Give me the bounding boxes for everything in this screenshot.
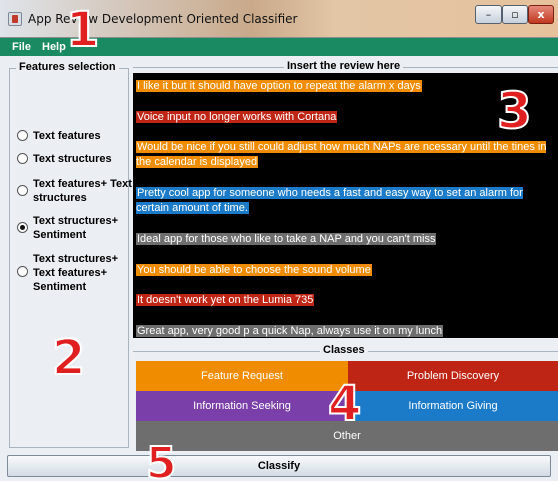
java-app-icon: [8, 12, 22, 26]
review-text: Voice input no longer works with Cortana: [136, 111, 338, 123]
radio-button[interactable]: [17, 185, 28, 196]
radio-label: Text structures+ Text features+ Sentimen…: [33, 253, 119, 293]
review-item: I like it but it should have option to r…: [136, 79, 556, 94]
review-item: Would be nice if you still could adjust …: [136, 140, 556, 170]
review-text: Ideal app for those who like to take a N…: [136, 233, 437, 245]
review-text: It doesn't work yet on the Lumia 735: [136, 294, 315, 306]
annotation-5: 5: [145, 437, 178, 481]
annotation-1: 1: [65, 1, 100, 59]
close-button[interactable]: x: [528, 5, 554, 24]
review-item: It doesn't work yet on the Lumia 735: [136, 293, 556, 308]
review-text-area[interactable]: I like it but it should have option to r…: [133, 73, 558, 338]
annotation-4: 4: [327, 375, 362, 433]
menu-help[interactable]: Help: [42, 41, 66, 53]
radio-label: Text features+ Text structures: [33, 178, 132, 204]
maximize-button[interactable]: ▫: [502, 5, 528, 24]
classes-panel-title: Classes: [320, 344, 368, 356]
review-item: Voice input no longer works with Cortana: [136, 110, 556, 125]
radio-label: Text structures: [33, 153, 112, 165]
class-information-giving: Information Giving: [348, 391, 558, 421]
minimize-button[interactable]: –: [475, 5, 502, 24]
class-information-seeking: Information Seeking: [136, 391, 348, 421]
bottom-bar: Classify: [0, 452, 558, 481]
review-item: Great app, very good p a quick Nap, alwa…: [136, 324, 556, 338]
radio-button[interactable]: [17, 153, 28, 164]
main-panel: Features selection Text features Text st…: [0, 56, 558, 452]
annotation-3: 3: [496, 81, 533, 141]
menu-file[interactable]: File: [12, 41, 31, 53]
radio-button[interactable]: [17, 130, 28, 141]
radio-label: Text structures+ Sentiment: [33, 215, 119, 241]
review-text: Pretty cool app for someone who needs a …: [136, 187, 523, 214]
review-item: Pretty cool app for someone who needs a …: [136, 186, 556, 216]
radio-button-selected[interactable]: [17, 222, 28, 233]
review-text: Great app, very good p a quick Nap, alwa…: [136, 325, 444, 337]
review-text: Would be nice if you still could adjust …: [136, 141, 547, 168]
radio-label: Text features: [33, 130, 101, 142]
annotation-2: 2: [51, 329, 86, 387]
review-text: I like it but it should have option to r…: [136, 80, 422, 92]
review-text: You should be able to choose the sound v…: [136, 264, 372, 276]
radio-button[interactable]: [17, 266, 28, 277]
review-panel-title: Insert the review here: [284, 60, 404, 72]
features-selection-panel: Features selection Text features Text st…: [9, 61, 132, 448]
review-item: Ideal app for those who like to take a N…: [136, 232, 556, 247]
class-feature-request: Feature Request: [136, 361, 348, 391]
class-problem-discovery: Problem Discovery: [348, 361, 558, 391]
classify-button[interactable]: Classify: [7, 455, 551, 477]
review-item: You should be able to choose the sound v…: [136, 263, 556, 278]
features-selection-title: Features selection: [16, 61, 119, 73]
